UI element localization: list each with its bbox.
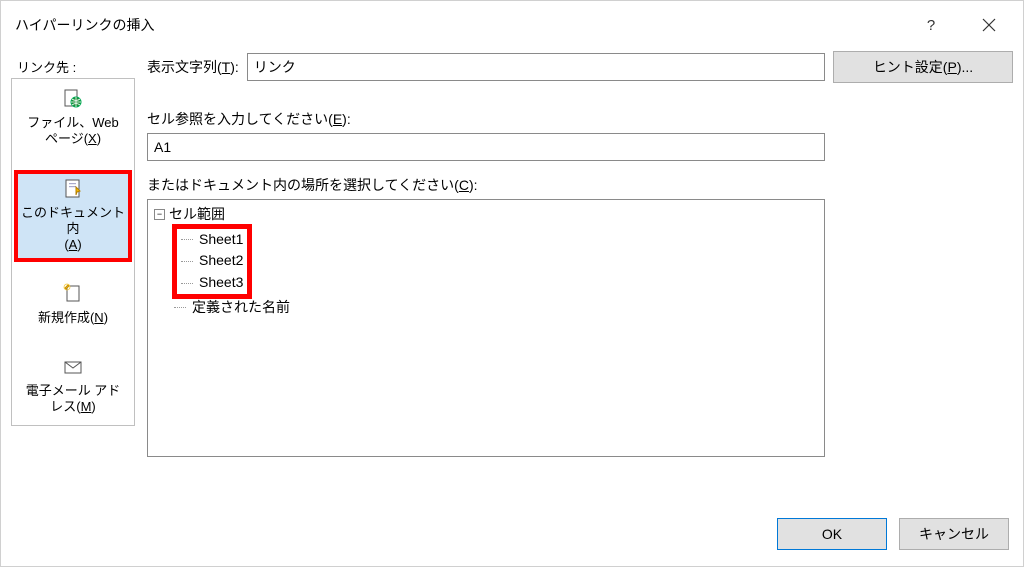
close-icon[interactable] [969,5,1009,45]
sidebar-wrap: リンク先 : ファイル、Web ページ(X) [11,49,135,508]
tree-leaf-sheet1[interactable]: Sheet1 [181,229,243,251]
tree-leaf-sheet3[interactable]: Sheet3 [181,272,243,294]
globe-file-icon [61,87,85,111]
document-bookmark-icon [61,177,85,201]
place-in-document-section: またはドキュメント内の場所を選択してください(C): − セル範囲 Sheet1 [147,175,1013,457]
sidebar-item-create-new[interactable]: 新規作成(N) [16,278,130,332]
sidebar-item-file-webpage[interactable]: ファイル、Web ページ(X) [16,83,130,154]
dialog-body: リンク先 : ファイル、Web ページ(X) [1,49,1023,566]
main-row: リンク先 : ファイル、Web ページ(X) [11,49,1013,508]
cell-reference-label: セル参照を入力してください(E): [147,111,351,127]
sidebar-item-label: このドキュメント内 (A) [19,205,127,254]
collapse-icon[interactable]: − [154,209,165,220]
ok-button[interactable]: OK [777,518,887,550]
link-to-sidebar: ファイル、Web ページ(X) [11,78,135,426]
dialog-title: ハイパーリンクの挿入 [15,15,154,35]
tree-children: Sheet1 Sheet2 Sheet3 定義された名前 [164,226,818,319]
dialog-footer: OK キャンセル [11,508,1013,556]
new-document-icon [61,282,85,306]
tree-root-label: セル範囲 [169,204,225,226]
cancel-button[interactable]: キャンセル [899,518,1009,550]
title-controls: ? [921,5,1009,45]
sidebar-item-label: ファイル、Web ページ(X) [27,115,119,148]
display-text-row: 表示文字列(T): ヒント設定(P)... [147,51,1013,83]
display-text-input[interactable] [247,53,825,81]
tree-root-cell-range[interactable]: − セル範囲 Sheet1 Sheet2 Sheet3 定義された名前 [154,204,818,318]
titlebar: ハイパーリンクの挿入 ? [1,1,1023,49]
email-icon [61,355,85,379]
place-in-document-label: またはドキュメント内の場所を選択してください(C): [147,177,478,193]
sidebar-item-email-address[interactable]: 電子メール アド レス(M) [16,351,130,422]
sheets-highlight-group: Sheet1 Sheet2 Sheet3 [174,226,250,297]
tree-leaf-sheet2[interactable]: Sheet2 [181,250,243,272]
sidebar-item-this-document[interactable]: このドキュメント内 (A) [16,172,130,261]
link-to-label: リンク先 : [11,49,135,78]
sidebar-item-label: 電子メール アド レス(M) [26,383,121,416]
cell-reference-section: セル参照を入力してください(E): [147,109,1013,161]
cell-reference-input[interactable] [147,133,825,161]
help-icon[interactable]: ? [921,15,941,35]
sidebar-item-label: 新規作成(N) [38,310,108,326]
content-panel: 表示文字列(T): ヒント設定(P)... セル参照を入力してください(E): [135,49,1013,508]
screen-tip-button[interactable]: ヒント設定(P)... [833,51,1013,83]
tree-leaf-defined-names[interactable]: 定義された名前 [174,297,818,319]
place-in-document-tree[interactable]: − セル範囲 Sheet1 Sheet2 Sheet3 定義された名前 [147,199,825,457]
display-text-label: 表示文字列(T): [147,57,239,77]
insert-hyperlink-dialog: ハイパーリンクの挿入 ? リンク先 : [0,0,1024,567]
